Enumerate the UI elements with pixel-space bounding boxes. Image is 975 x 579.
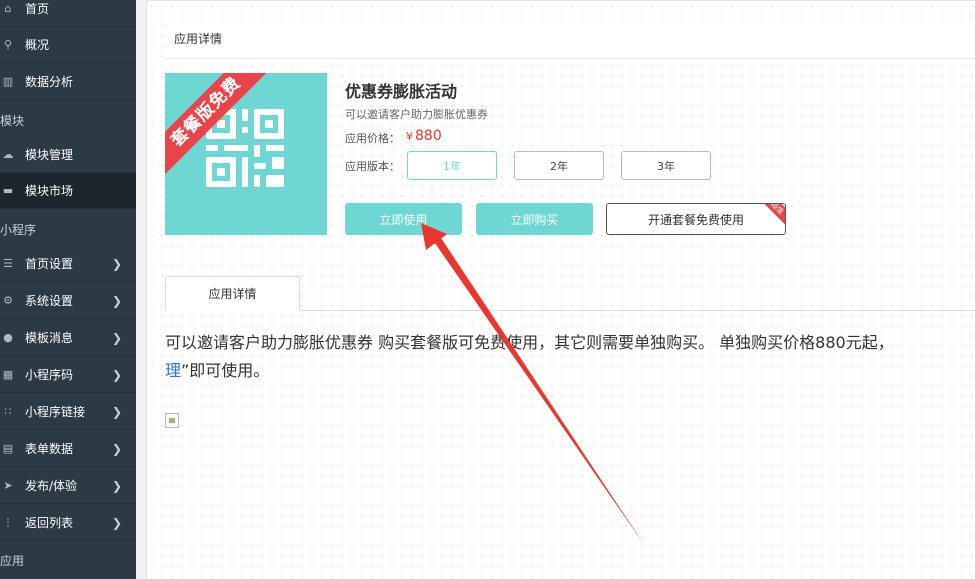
sidebar-item-label: 模块市场 (25, 184, 74, 198)
sidebar: ⌂ 首页 ⚲ 概况 ▥ 数据分析 模块 ☁ 模块管理 ▬ 模块市场 小程序 ☰ … (0, 0, 136, 579)
chevron-right-icon: ❯ (111, 330, 122, 345)
panel-header: 应用详情 (165, 23, 975, 59)
section-label-miniprogram: 小程序 (0, 223, 37, 237)
chevron-right-icon: ❯ (111, 478, 122, 493)
price-symbol: ¥ (406, 130, 413, 143)
sidebar-item-miniprogram-code[interactable]: ▦ 小程序码 ❯ (0, 357, 136, 393)
app-name: 优惠券膨胀活动 (345, 82, 458, 101)
broken-image-icon (165, 413, 179, 428)
sidebar-item-form-data[interactable]: ▤ 表单数据 ❯ (0, 431, 136, 467)
detail-text-main: 可以邀请客户助力膨胀优惠券 购买套餐版可免费使用，其它则需要单独购买。 单独购买… (165, 333, 894, 352)
link-icon: ∷ (4, 405, 12, 418)
sidebar-item-label: 首页设置 (25, 257, 74, 271)
detail-text-tail: ”即可使用。 (181, 361, 270, 380)
sidebar-item-system-settings[interactable]: ⚙ 系统设置 ❯ (0, 283, 136, 319)
sidebar-item-label: 模块管理 (25, 148, 74, 162)
panel-title: 应用详情 (174, 32, 223, 46)
package-free-button[interactable]: 开通套餐免费使用 超值 (606, 203, 786, 235)
chart-icon: ▥ (2, 75, 14, 88)
sidebar-item-label: 小程序链接 (25, 405, 86, 419)
sidebar-item-label: 系统设置 (25, 294, 74, 308)
sidebar-item-back-list[interactable]: ⋮ 返回列表 ❯ (0, 505, 136, 541)
version-label: 应用版本： (345, 160, 400, 173)
price-value: 880 (415, 128, 442, 144)
section-label-module: 模块 (0, 114, 25, 128)
sidebar-item-label: 小程序码 (25, 368, 74, 382)
sidebar-item-module-market[interactable]: ▬ 模块市场 (0, 173, 136, 209)
section-label-app: 应用 (0, 554, 25, 568)
version-option-1y[interactable]: 1年 (407, 151, 497, 180)
buy-now-button[interactable]: 立即购买 (476, 203, 593, 235)
sidebar-item-label: 首页 (25, 2, 50, 16)
sidebar-item-label: 模板消息 (25, 331, 74, 345)
message-icon: ● (3, 331, 13, 344)
version-option-2y[interactable]: 2年 (514, 151, 604, 180)
chevron-right-icon: ❯ (111, 256, 122, 271)
app-description: 可以邀请客户助力膨胀优惠券 (345, 108, 488, 121)
network-icon: ⚙ (3, 294, 13, 307)
sidebar-item-label: 数据分析 (25, 75, 74, 89)
package-free-label: 开通套餐免费使用 (647, 212, 744, 227)
price-label: 应用价格： (345, 132, 400, 145)
sidebar-item-label: 发布/体验 (25, 479, 78, 493)
cloud-icon: ☁ (2, 148, 14, 161)
chevron-right-icon: ❯ (111, 441, 122, 456)
use-now-button[interactable]: 立即使用 (345, 203, 462, 235)
back-list-icon: ⋮ (2, 516, 14, 529)
sidebar-item-home[interactable]: ⌂ 首页 (0, 0, 136, 27)
home-icon: ⌂ (4, 2, 12, 15)
chevron-right-icon: ❯ (111, 404, 122, 419)
chevron-right-icon: ❯ (111, 367, 122, 382)
market-icon: ▬ (2, 184, 14, 197)
qrcode-icon: ▦ (2, 368, 14, 381)
sidebar-item-module-manage[interactable]: ☁ 模块管理 (0, 137, 136, 173)
tab-app-detail[interactable]: 应用详情 (165, 276, 300, 311)
sidebar-item-publish[interactable]: ➤ 发布/体验 ❯ (0, 468, 136, 504)
detail-text: 可以邀请客户助力膨胀优惠券 购买套餐版可免费使用，其它则需要单独购买。 单独购买… (165, 329, 975, 385)
value-badge: 超值 (757, 204, 785, 228)
chevron-right-icon: ❯ (111, 515, 122, 530)
sidebar-item-home-settings[interactable]: ☰ 首页设置 ❯ (0, 246, 136, 282)
sidebar-item-label: 表单数据 (25, 442, 74, 456)
sidebar-item-data-analysis[interactable]: ▥ 数据分析 (0, 64, 136, 100)
app-thumbnail: 套餐版免费 (165, 73, 327, 235)
sidebar-item-overview[interactable]: ⚲ 概况 (0, 27, 136, 63)
sidebar-item-template-message[interactable]: ● 模板消息 ❯ (0, 320, 136, 356)
version-option-3y[interactable]: 3年 (621, 151, 711, 180)
publish-icon: ➤ (3, 479, 13, 492)
form-icon: ▤ (2, 442, 14, 455)
sidebar-item-label: 返回列表 (25, 516, 74, 530)
main-panel: 应用详情 套餐版免费 优惠券膨胀活动 可以邀请客户助力膨胀优惠券 应用价格： ¥… (146, 0, 975, 579)
overview-icon: ⚲ (3, 38, 13, 51)
sidebar-item-label: 概况 (25, 38, 50, 52)
sidebar-item-miniprogram-link[interactable]: ∷ 小程序链接 ❯ (0, 394, 136, 430)
chevron-right-icon: ❯ (111, 293, 122, 308)
detail-link[interactable]: 理 (165, 361, 181, 380)
list-icon: ☰ (3, 257, 13, 270)
